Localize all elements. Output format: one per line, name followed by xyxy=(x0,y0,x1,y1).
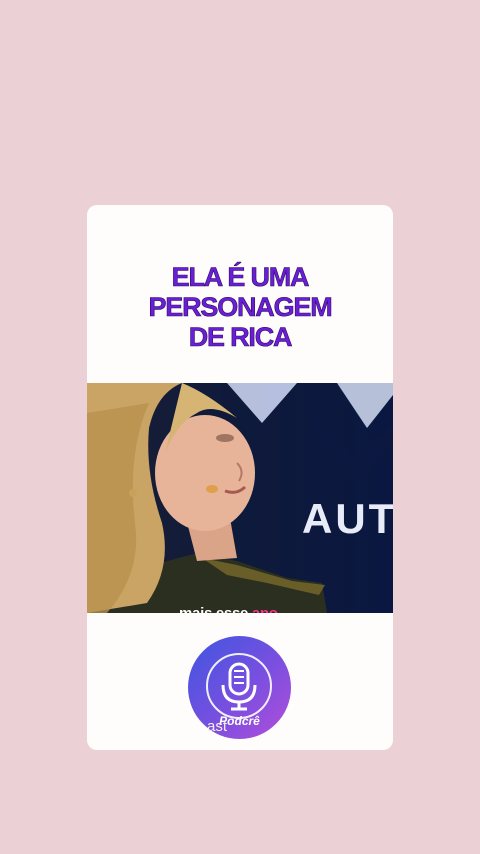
video-frame[interactable]: AUTO mais esse ano xyxy=(87,383,393,613)
post-card: ELA É UMA PERSONAGEM DE RICA AUTO xyxy=(87,205,393,750)
microphone-icon xyxy=(206,653,272,719)
video-still: AUTO xyxy=(87,383,393,613)
podcast-logo[interactable]: Podcrê xyxy=(188,636,291,739)
headline-line-2: PERSONAGEM xyxy=(148,292,333,323)
stage-text: AUTO xyxy=(302,495,393,542)
subtitle-text: mais esse xyxy=(179,605,248,613)
subtitle-caption: mais esse ano xyxy=(179,605,278,613)
headline: ELA É UMA PERSONAGEM DE RICA xyxy=(87,262,393,353)
logo-label: Podcrê xyxy=(219,714,260,728)
headline-line-1: ELA É UMA xyxy=(171,262,310,293)
headline-line-3: DE RICA xyxy=(188,322,292,353)
subtitle-highlight: ano xyxy=(252,605,278,613)
logo-suffix: ast xyxy=(207,718,228,735)
